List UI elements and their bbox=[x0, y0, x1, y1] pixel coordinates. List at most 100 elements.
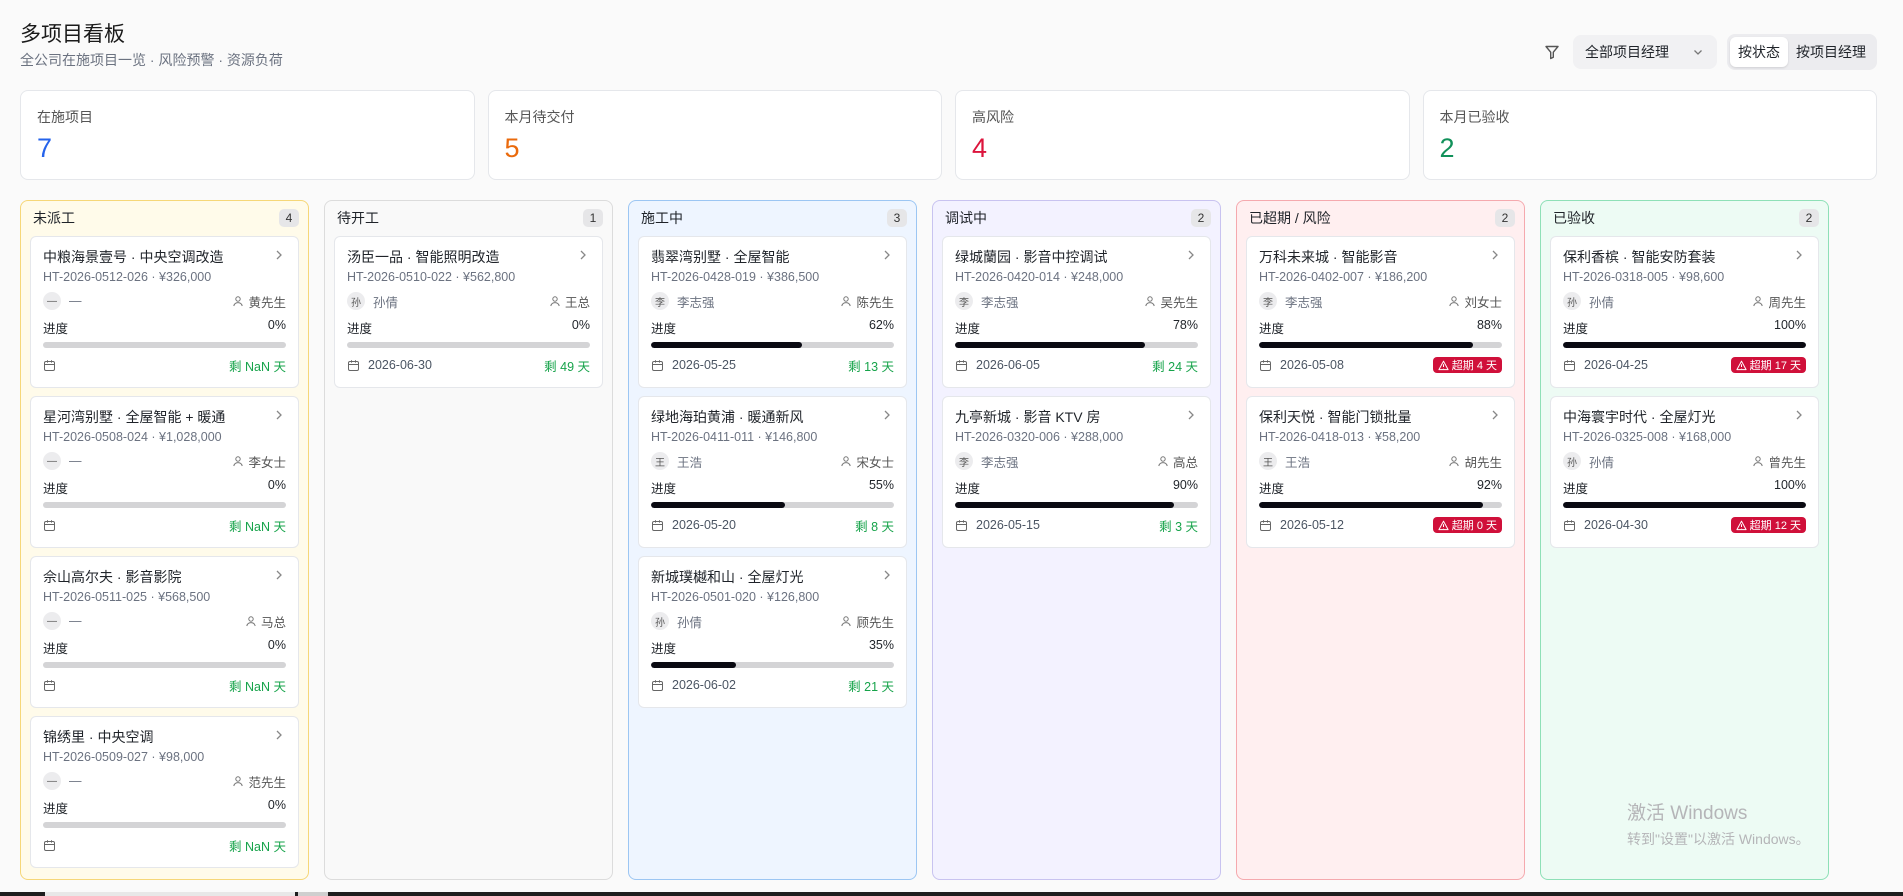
avatar: 孙 bbox=[1563, 292, 1581, 310]
card-people-row: 孙孙倩 曾先生 bbox=[1563, 452, 1806, 470]
person-icon bbox=[1448, 295, 1460, 307]
person-icon bbox=[232, 775, 244, 787]
chevron-right-icon[interactable] bbox=[880, 568, 894, 582]
project-card[interactable]: 佘山高尔夫 · 影音影院 HT-2026-0511-025 · ¥568,500 —… bbox=[30, 556, 299, 708]
manager-filter-select[interactable]: 全部项目经理 bbox=[1573, 35, 1717, 69]
due-date-text: 2026-04-25 bbox=[1584, 358, 1648, 372]
remaining-days: 剩 NaN 天 bbox=[229, 839, 286, 854]
project-card[interactable]: 星河湾别墅 · 全屋智能 + 暖通 HT-2026-0508-024 · ¥1,0… bbox=[30, 396, 299, 548]
remaining-days: 剩 21 天 bbox=[848, 679, 894, 694]
project-card[interactable]: 绿城蘭园 · 影音中控调试 HT-2026-0420-014 · ¥248,000… bbox=[942, 236, 1211, 388]
project-card[interactable]: 汤臣一品 · 智能照明改造 HT-2026-0510-022 · ¥562,800… bbox=[334, 236, 603, 388]
progress-bar bbox=[43, 662, 286, 668]
chevron-right-icon[interactable] bbox=[1792, 248, 1806, 262]
client: 顾先生 bbox=[840, 612, 894, 631]
remaining-days: 剩 49 天 bbox=[544, 359, 590, 374]
project-card[interactable]: 中海寰宇时代 · 全屋灯光 HT-2026-0325-008 · ¥168,000… bbox=[1550, 396, 1819, 548]
project-card[interactable]: 保利天悦 · 智能门锁批量 HT-2026-0418-013 · ¥58,200 王… bbox=[1246, 396, 1515, 548]
kanban-column: 已验收 2 保利香槟 · 智能安防套装 HT-2026-0318-005 · ¥98,… bbox=[1540, 200, 1829, 880]
progress-bar bbox=[955, 502, 1198, 508]
progress-bar bbox=[43, 822, 286, 828]
project-name: 九亭新城 · 影音 KTV 房 bbox=[955, 409, 1101, 425]
chevron-right-icon[interactable] bbox=[1488, 248, 1502, 262]
project-card[interactable]: 锦绣里 · 中央空调 HT-2026-0509-027 · ¥98,000— — 范先… bbox=[30, 716, 299, 868]
chevron-right-icon[interactable] bbox=[880, 408, 894, 422]
chevron-right-icon[interactable] bbox=[1184, 408, 1198, 422]
contract-meta: HT-2026-0428-019 · ¥386,500 bbox=[651, 270, 820, 284]
chevron-right-icon[interactable] bbox=[1184, 248, 1198, 262]
filter-icon[interactable] bbox=[1541, 41, 1563, 63]
project-card[interactable]: 翡翠湾别墅 · 全屋智能 HT-2026-0428-019 · ¥386,500 李… bbox=[638, 236, 907, 388]
avatar: 李 bbox=[955, 452, 973, 470]
avatar: 李 bbox=[1259, 292, 1277, 310]
column-header: 未派工 4 bbox=[30, 209, 299, 227]
project-manager-name: 李志强 bbox=[981, 295, 1019, 310]
client: 高总 bbox=[1157, 452, 1198, 471]
progress-bar-fill bbox=[1563, 502, 1806, 508]
project-manager: 王王浩 bbox=[651, 452, 702, 471]
progress-value: 0% bbox=[267, 318, 286, 332]
remaining-days: 剩 3 天 bbox=[1159, 519, 1198, 534]
chevron-right-icon[interactable] bbox=[272, 408, 286, 422]
page-title: 多项目看板 bbox=[20, 23, 125, 46]
avatar: 王 bbox=[1259, 452, 1277, 470]
chevron-right-icon[interactable] bbox=[1488, 408, 1502, 422]
stat-value: 5 bbox=[504, 133, 520, 163]
progress-bar bbox=[347, 342, 590, 348]
due-date: 2026-05-15 bbox=[955, 518, 1040, 532]
card-footer: 2026-05-25 剩 13 天 bbox=[651, 356, 894, 374]
project-name: 中粮海景壹号 · 中央空调改造 bbox=[43, 249, 224, 265]
contract-meta: HT-2026-0511-025 · ¥568,500 bbox=[43, 590, 211, 604]
card-footer: 剩 NaN 天 bbox=[43, 676, 286, 694]
chevron-right-icon[interactable] bbox=[1792, 408, 1806, 422]
chevron-right-icon[interactable] bbox=[880, 248, 894, 262]
project-card[interactable]: 绿地海珀黄浦 · 暖通新风 HT-2026-0411-011 · ¥146,800… bbox=[638, 396, 907, 548]
project-manager: 李李志强 bbox=[651, 292, 715, 311]
progress-bar bbox=[43, 342, 286, 348]
progress-value: 90% bbox=[1172, 478, 1198, 492]
card-people-row: 孙孙倩 顾先生 bbox=[651, 612, 894, 630]
client: 吴先生 bbox=[1144, 292, 1198, 311]
avatar: 李 bbox=[955, 292, 973, 310]
project-manager-name: — bbox=[69, 294, 82, 308]
client-name: 陈先生 bbox=[856, 295, 894, 310]
column-count-badge: 1 bbox=[583, 209, 603, 227]
chevron-right-icon[interactable] bbox=[272, 248, 286, 262]
progress-bar bbox=[1563, 342, 1806, 348]
project-card[interactable]: 万科未来城 · 智能影音 HT-2026-0402-007 · ¥186,200 李… bbox=[1246, 236, 1515, 388]
column-count-badge: 2 bbox=[1799, 209, 1819, 227]
progress-bar-fill bbox=[1563, 342, 1806, 348]
avatar: 王 bbox=[651, 452, 669, 470]
view-by-status-button[interactable]: 按状态 bbox=[1730, 37, 1788, 67]
avatar: — bbox=[43, 452, 61, 470]
client-name: 周先生 bbox=[1768, 295, 1806, 310]
progress-row: 进度 100% bbox=[1563, 318, 1806, 337]
chevron-right-icon[interactable] bbox=[576, 248, 590, 262]
stat-value: 2 bbox=[1439, 133, 1455, 163]
project-manager: — — bbox=[43, 772, 82, 790]
project-card[interactable]: 保利香槟 · 智能安防套装 HT-2026-0318-005 · ¥98,600 孙… bbox=[1550, 236, 1819, 388]
windows-activation-watermark: 激活 Windows 转到"设置"以激活 Windows。 bbox=[1627, 798, 1810, 849]
chevron-down-icon bbox=[1694, 50, 1702, 55]
card-footer: 2026-05-15 剩 3 天 bbox=[955, 516, 1198, 534]
view-by-manager-button[interactable]: 按项目经理 bbox=[1788, 37, 1874, 67]
calendar-icon bbox=[43, 519, 56, 532]
calendar-icon bbox=[1259, 359, 1272, 372]
due-date-text: 2026-06-30 bbox=[368, 358, 432, 372]
contract-meta: HT-2026-0318-005 · ¥98,600 bbox=[1563, 270, 1725, 284]
calendar-icon bbox=[1563, 359, 1576, 372]
project-card[interactable]: 中粮海景壹号 · 中央空调改造 HT-2026-0512-026 · ¥326,0… bbox=[30, 236, 299, 388]
chevron-right-icon[interactable] bbox=[272, 568, 286, 582]
overdue-text: 超期 17 天 bbox=[1749, 360, 1801, 372]
stat-value: 4 bbox=[972, 133, 988, 163]
avatar: 孙 bbox=[651, 612, 669, 630]
column-count-badge: 4 bbox=[279, 209, 299, 227]
project-manager: 王王浩 bbox=[1259, 452, 1310, 471]
project-card[interactable]: 新城璞樾和山 · 全屋灯光 HT-2026-0501-020 · ¥126,800… bbox=[638, 556, 907, 708]
client-name: 顾先生 bbox=[856, 615, 894, 630]
progress-bar bbox=[651, 662, 894, 668]
project-card[interactable]: 九亭新城 · 影音 KTV 房 HT-2026-0320-006 · ¥288,0… bbox=[942, 396, 1211, 548]
project-name: 绿城蘭园 · 影音中控调试 bbox=[955, 249, 1108, 265]
kanban-column: 调试中 2 绿城蘭园 · 影音中控调试 HT-2026-0420-014 · ¥248… bbox=[932, 200, 1221, 880]
chevron-right-icon[interactable] bbox=[272, 728, 286, 742]
